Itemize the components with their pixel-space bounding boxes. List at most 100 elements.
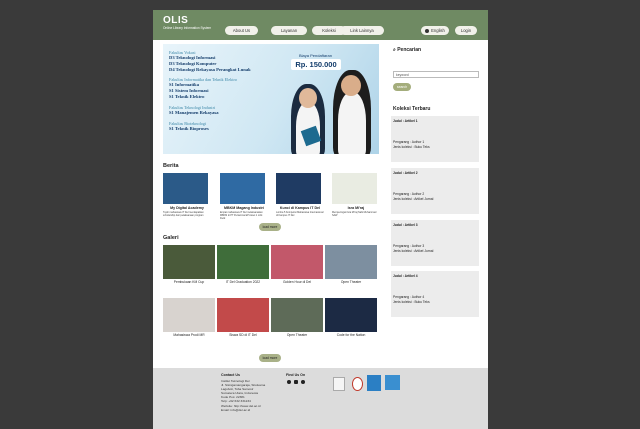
footer: Contact Us Institut Teknologi Del Jl. Si… <box>153 368 488 429</box>
galeri-item[interactable]: Open Theater <box>271 298 323 337</box>
galeri-caption: IT Del Graduation 2022 <box>225 280 261 284</box>
galeri-item[interactable]: Code for the Nation <box>325 298 377 337</box>
koleksi-card[interactable]: Judul : Artikel 1 Pengarang : Author 1 J… <box>391 116 479 162</box>
anniversary-logo <box>352 377 363 391</box>
del-logo <box>367 375 381 391</box>
koleksi-title: Koleksi Terbaru <box>393 106 431 112</box>
koleksi-pengarang: Pengarang : Author 1 <box>393 140 425 144</box>
koleksi-pengarang: Pengarang : Author 2 <box>393 192 425 196</box>
berita-headline: MBKM Magang Industri <box>224 206 264 210</box>
berita-image <box>163 173 208 204</box>
galeri-caption: Mahasiswa Prodi MR <box>173 333 205 337</box>
find-us-title: Find Us On <box>286 373 306 377</box>
contact-line: Email: info@del.ac.id <box>221 407 251 412</box>
koleksi-card[interactable]: Judul : Artikel 4 Pengarang : Author 4 J… <box>391 271 479 317</box>
nav-link-lainnya[interactable]: Link Lainnya <box>340 26 384 35</box>
koleksi-card[interactable]: Judul : Artikel 3 Pengarang : Author 3 J… <box>391 220 479 266</box>
login-button[interactable]: Login <box>455 26 477 35</box>
del-logo-alt <box>385 375 400 390</box>
language-label: English <box>431 28 445 33</box>
berita-card[interactable]: MBKM Magang Industri Empat mahasiswa IT … <box>220 173 268 220</box>
language-button[interactable]: English <box>421 26 449 35</box>
program-label: S1 Sistem Informasi <box>169 88 209 93</box>
koleksi-judul: Judul : Artikel 3 <box>393 223 418 227</box>
nav-layanan[interactable]: Layanan <box>271 26 307 35</box>
berita-card[interactable]: Kunci di Kampus IT Del Lomba 5 Kompetisi… <box>276 173 324 217</box>
galeri-image <box>271 245 323 279</box>
header: OLIS Online Library Information System A… <box>153 10 488 40</box>
berita-excerpt: Empat mahasiswa IT Del melaksanakan MBKM… <box>220 211 263 220</box>
galeri-image <box>217 298 269 332</box>
berita-excerpt: Lomba 5 Kompetisi Mahasiswa Internasiona… <box>276 211 324 217</box>
galeri-item[interactable]: Golden Hour di Del <box>271 245 323 284</box>
brand[interactable]: OLIS Online Library Information System <box>163 15 211 30</box>
program-label: D3 Teknologi Informasi <box>169 55 216 60</box>
berita-headline: Kunci di Kampus IT Del <box>279 206 321 210</box>
brand-title: OLIS <box>163 15 189 26</box>
student-face-right <box>341 75 361 96</box>
galeri-image <box>325 245 377 279</box>
galeri-caption: Code for the Nation <box>336 333 366 337</box>
berita-headline: My Digital Academy <box>170 206 204 210</box>
program-label: S1 Manajemen Rekayasa <box>169 110 219 115</box>
admission-banner[interactable]: Fakultas Vokasi D3 Teknologi Informasi D… <box>163 44 379 154</box>
fee-value: Rp. 150.000 <box>291 59 341 70</box>
search-button[interactable]: search <box>393 83 411 91</box>
instagram-icon[interactable] <box>294 380 298 384</box>
galeri-item[interactable]: Mahasiswa Prodi MR <box>163 298 215 337</box>
brand-subtitle: Online Library Information System <box>163 26 212 30</box>
program-label: D4 Teknologi Rekayasa Perangkat Lunak <box>169 67 251 72</box>
contact-info: Institut Teknologi Del Jl. Sisingamangar… <box>221 379 265 412</box>
student-shirt-right <box>338 92 366 154</box>
koleksi-card[interactable]: Judul : Artikel 2 Pengarang : Author 2 J… <box>391 168 479 214</box>
galeri-item[interactable]: Siswa SD di IT Del <box>217 298 269 337</box>
galeri-title: Galeri <box>163 235 179 241</box>
search-title-text: Pencarian <box>397 47 422 53</box>
galeri-image <box>163 245 215 279</box>
program-label: S1 Teknik Bioproses <box>169 126 209 131</box>
student-face-left <box>299 88 317 108</box>
koleksi-judul: Judul : Artikel 1 <box>393 119 418 123</box>
berita-load-more-button[interactable]: load more <box>259 223 281 231</box>
twitter-icon[interactable] <box>301 380 305 384</box>
galeri-item[interactable]: Open Theater <box>325 245 377 284</box>
galeri-item[interactable]: Pembukaan KM Cup <box>163 245 215 284</box>
galeri-image <box>163 298 215 332</box>
berita-image <box>276 173 321 204</box>
berita-excerpt: Memperingati Isra Mi'raj Nabi Muhammad S… <box>332 211 377 217</box>
koleksi-jenis: Jenis koleksi : Artikel Jurnal <box>393 197 434 201</box>
koleksi-pengarang: Pengarang : Author 4 <box>393 295 425 299</box>
berita-excerpt: Tujuh mahasiswa IT Del mendapatkan schol… <box>163 211 204 217</box>
berita-card[interactable]: Isra Mi'raj Memperingati Isra Mi'raj Nab… <box>332 173 380 217</box>
berita-headline: Isra Mi'raj <box>347 206 365 210</box>
koleksi-judul: Judul : Artikel 4 <box>393 274 418 278</box>
program-label: S1 Informatika <box>169 82 199 87</box>
galeri-caption: Golden Hour di Del <box>282 280 312 284</box>
galeri-image <box>217 245 269 279</box>
koleksi-pengarang: Pengarang : Author 3 <box>393 244 425 248</box>
berita-title: Berita <box>163 163 179 169</box>
program-label: D3 Teknologi Komputer <box>169 61 217 66</box>
galeri-load-more-button[interactable]: load more <box>259 354 281 362</box>
koleksi-jenis: Jenis koleksi : Artikel Jurnal <box>393 249 434 253</box>
fee-label: Biaya Pendaftaran <box>299 53 332 58</box>
galeri-image <box>271 298 323 332</box>
partner-logo <box>333 377 345 391</box>
search-input[interactable]: keyword <box>393 71 479 78</box>
galeri-caption: Open Theater <box>340 280 362 284</box>
galeri-item[interactable]: IT Del Graduation 2022 <box>217 245 269 284</box>
berita-card[interactable]: My Digital Academy Tujuh mahasiswa IT De… <box>163 173 211 217</box>
search-title: ⌕ Pencarian <box>393 47 421 53</box>
koleksi-judul: Judul : Artikel 2 <box>393 171 418 175</box>
contact-title: Contact Us <box>221 373 240 377</box>
berita-image <box>332 173 377 204</box>
galeri-image <box>325 298 377 332</box>
facebook-icon[interactable] <box>287 380 291 384</box>
page: OLIS Online Library Information System A… <box>153 10 488 429</box>
nav-about-us[interactable]: About Us <box>225 26 258 35</box>
program-label: S1 Teknik Elektro <box>169 94 205 99</box>
berita-image <box>220 173 265 204</box>
galeri-caption: Open Theater <box>286 333 308 337</box>
koleksi-jenis: Jenis koleksi : Buku Teks <box>393 300 430 304</box>
galeri-caption: Pembukaan KM Cup <box>173 280 205 284</box>
